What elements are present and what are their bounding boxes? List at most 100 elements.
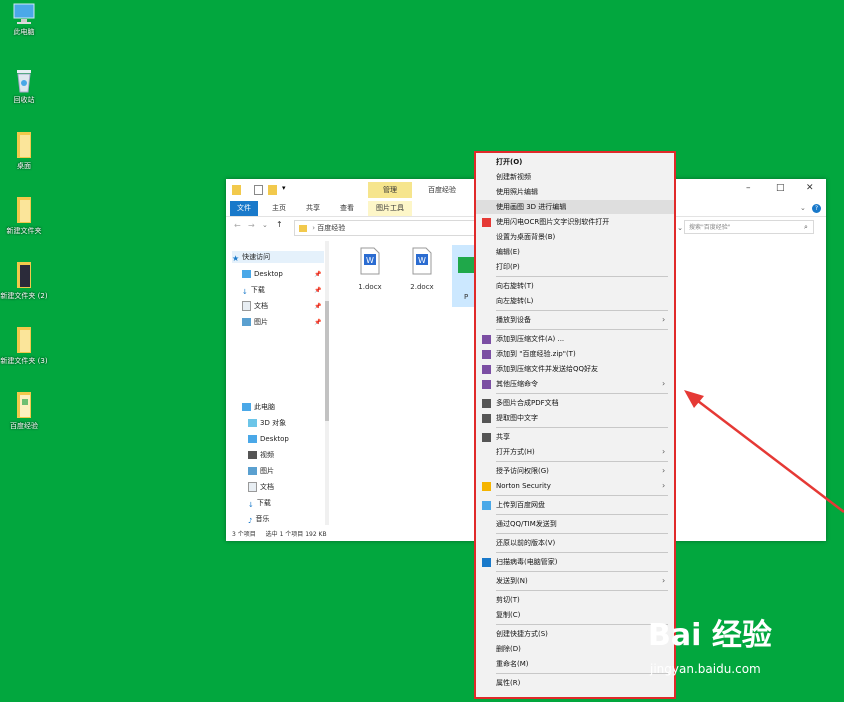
context-menu-item[interactable]: 提取图中文字 [476,411,674,425]
close-button[interactable]: ✕ [806,183,814,193]
context-menu-item[interactable]: 授予访问权限(G) › [476,464,674,478]
nav-music[interactable]: ♪ 音乐 [248,513,269,525]
menu-separator [496,495,668,496]
folder-icon [17,262,31,288]
desktop-background: 此电脑 回收站 桌面 新建文件夹 新建文件夹 (2) 新建文件夹 (3) 百度经… [0,0,844,702]
context-menu-item[interactable]: 添加到压缩文件并发送给QQ好友 [476,362,674,376]
context-menu-item[interactable]: 添加到 "百度经验.zip"(T) [476,347,674,361]
desktop-icon-new-folder[interactable]: 新建文件夹 [0,195,48,236]
desktop-icon-new-folder-2[interactable]: 新建文件夹 (2) [0,260,48,301]
back-arrow-icon[interactable]: ← [234,221,241,230]
nav-quick-access[interactable]: ★ 快速访问 [232,251,324,263]
menu-item-label: 设置为桌面背景(B) [496,233,556,241]
chevron-down-icon[interactable]: ▾ [282,184,286,192]
tab-view[interactable]: 查看 [340,203,354,214]
context-menu-item[interactable]: 多图片合成PDF文档 [476,396,674,410]
desktop-icon-label: 新建文件夹 (3) [0,357,48,365]
file-item[interactable]: W 2.docx [400,247,444,291]
file-item[interactable]: W 1.docx [348,247,392,291]
nav-pictures[interactable]: 图片 [242,316,268,328]
context-menu-item[interactable]: 向左旋转(L) [476,294,674,308]
context-menu-item[interactable]: 向右旋转(T) [476,279,674,293]
context-menu-item[interactable]: 剪切(T) [476,593,674,607]
context-menu-item[interactable]: 使用闪电OCR图片文字识别软件打开 [476,215,674,229]
nav-scrollbar[interactable] [325,241,329,525]
context-menu-item[interactable]: Norton Security › [476,479,674,493]
desktop-icon-desktop-folder[interactable]: 桌面 [0,130,48,171]
menu-separator [496,461,668,462]
menu-item-label: 使用照片编辑 [496,188,538,196]
tab-home[interactable]: 主页 [272,203,286,214]
nav-pc-pictures[interactable]: 图片 [248,465,274,477]
file-name: 1.docx [358,283,382,291]
nav-pc-documents[interactable]: 文档 [248,481,274,493]
context-menu-item[interactable]: 使用照片编辑 [476,185,674,199]
context-menu-item[interactable]: 其他压缩命令 › [476,377,674,391]
breadcrumb-chevron-icon: › [312,224,316,232]
menu-item-label: 其他压缩命令 [496,380,538,388]
manage-context-tab[interactable]: 管理 [368,182,412,198]
cloud-icon [482,501,491,510]
refresh-icon[interactable]: ⌄ [677,221,683,235]
menu-item-label: 复制(C) [496,611,521,619]
nav-pc-desktop[interactable]: Desktop [248,433,289,445]
context-menu-item[interactable]: 播放到设备 › [476,313,674,327]
nav-videos[interactable]: 视频 [248,449,274,461]
search-icon[interactable]: ⌕ [804,223,808,232]
desktop-icon-new-folder-3[interactable]: 新建文件夹 (3) [0,325,48,366]
help-icon[interactable]: ? [812,204,821,213]
chevron-down-icon[interactable]: ⌄ [800,203,806,214]
folder-icon [17,327,31,353]
computer-icon [242,403,251,411]
desktop-icon-label: 新建文件夹 [6,227,42,235]
menu-item-label: 添加到压缩文件(A) ... [496,335,565,343]
context-menu-item[interactable]: 创建新视频 [476,170,674,184]
nav-documents[interactable]: 文档 [242,300,268,312]
up-arrow-icon[interactable]: ↑ [276,220,283,229]
minimize-button[interactable]: – [746,183,751,193]
scrollbar-thumb[interactable] [325,301,329,421]
computer-icon [13,3,35,24]
context-menu-item[interactable]: 发送到(N) › [476,574,674,588]
menu-separator [496,427,668,428]
context-menu-item[interactable]: 还原以前的版本(V) [476,536,674,550]
desktop-icon-baidu-jingyan[interactable]: 百度经验 [0,390,48,431]
context-menu-item[interactable]: 扫描病毒(电脑管家) [476,555,674,569]
nav-downloads[interactable]: ↓ 下载 [242,284,265,296]
maximize-button[interactable]: □ [776,183,785,193]
context-menu-item[interactable]: 上传到百度网盘 [476,498,674,512]
context-menu-item[interactable]: 编辑(E) [476,245,674,259]
properties-icon[interactable] [254,185,263,195]
chevron-down-icon[interactable]: ⌄ [262,221,268,229]
menu-separator [496,533,668,534]
nav-this-pc[interactable]: 此电脑 [242,401,275,413]
context-menu-item[interactable]: 设置为桌面背景(B) [476,230,674,244]
desktop-icon-this-pc[interactable]: 此电脑 [0,2,48,37]
nav-desktop[interactable]: Desktop [242,268,283,280]
desktop-icon-recycle-bin[interactable]: 回收站 [0,66,48,105]
desktop-icon [242,270,251,278]
new-folder-icon[interactable] [268,185,277,195]
breadcrumb[interactable]: 百度经验 [317,224,345,232]
folder-icon [17,392,31,418]
nav-pc-downloads[interactable]: ↓ 下载 [248,497,271,509]
submenu-chevron-icon: › [662,576,666,585]
menu-item-label: 使用画图 3D 进行编辑 [496,203,567,211]
context-menu-item[interactable]: 使用画图 3D 进行编辑 [476,200,674,214]
context-menu-item[interactable]: 打开(O) [476,155,674,169]
context-menu-item[interactable]: 打印(P) [476,260,674,274]
tab-picture-tools[interactable]: 图片工具 [368,201,412,216]
tab-file[interactable]: 文件 [230,201,258,216]
forward-arrow-icon[interactable]: → [248,221,255,230]
document-icon [248,482,257,492]
rar-icon [482,350,491,359]
context-menu-item[interactable]: 共享 [476,430,674,444]
menu-item-label: 使用闪电OCR图片文字识别软件打开 [496,218,610,226]
tab-share[interactable]: 共享 [306,203,320,214]
search-input[interactable]: 搜索"百度经验" [684,220,814,234]
context-menu-item[interactable]: 添加到压缩文件(A) ... [476,332,674,346]
txt-icon [482,414,491,423]
context-menu-item[interactable]: 通过QQ/TIM发送到 [476,517,674,531]
context-menu-item[interactable]: 打开方式(H) › [476,445,674,459]
nav-3d-objects[interactable]: 3D 对象 [248,417,286,429]
